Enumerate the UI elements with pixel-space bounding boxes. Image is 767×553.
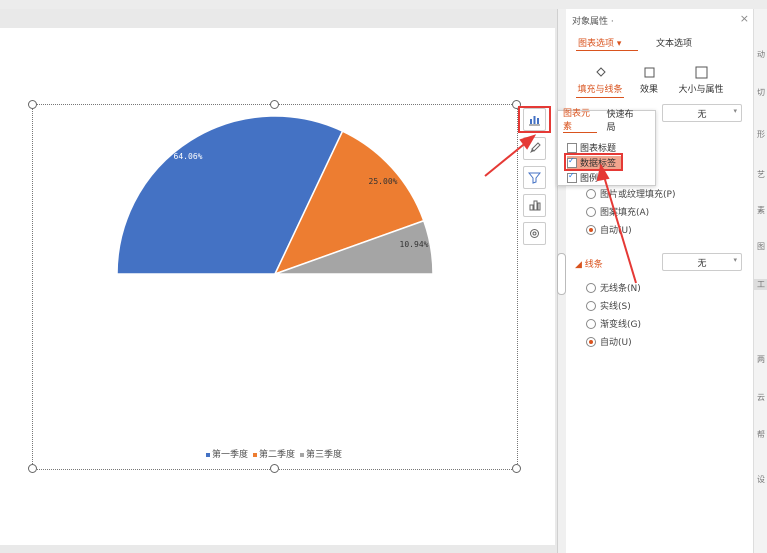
tab-fill-line[interactable]: 填充与线条 <box>576 66 624 98</box>
right-sidebar-rail: 动 切 形 艺 素 图 工 两 云 帮 设 <box>753 9 767 553</box>
radio-button[interactable] <box>586 300 596 311</box>
rail-item[interactable]: 切 <box>754 87 767 98</box>
tab-chart-elements[interactable]: 图表元素 <box>563 106 597 133</box>
line-dropdown[interactable]: 无 ▾ <box>662 253 742 271</box>
line-section-header[interactable]: ◢ 线条 <box>575 257 603 270</box>
checkbox[interactable] <box>567 142 577 153</box>
radio-button[interactable] <box>586 206 596 217</box>
rail-item[interactable]: 素 <box>754 205 767 216</box>
panel-title[interactable]: 对象属性 · <box>572 14 614 27</box>
rail-item[interactable]: 工 <box>754 279 767 290</box>
radio-button[interactable] <box>586 336 596 347</box>
close-icon[interactable]: × <box>740 12 749 25</box>
rail-item[interactable]: 形 <box>754 129 767 140</box>
radio-button[interactable] <box>586 318 596 329</box>
brush-icon <box>530 142 541 153</box>
checkbox-legend[interactable]: 图例 <box>567 171 598 184</box>
tab-quick-layout[interactable]: 快速布局 <box>607 107 641 133</box>
scrollbar-thumb[interactable] <box>557 253 566 295</box>
tab-text-options[interactable]: 文本选项 <box>656 36 692 49</box>
rail-item[interactable]: 云 <box>754 392 767 403</box>
radio-fill-auto[interactable]: 自动(U) <box>586 223 632 236</box>
resize-handle-br[interactable] <box>512 464 521 473</box>
radio-solid-line[interactable]: 实线(S) <box>586 299 631 312</box>
legend-item: 第一季度 <box>206 447 248 460</box>
chart-selection-frame[interactable] <box>32 104 518 470</box>
chart-settings-button[interactable] <box>523 222 546 245</box>
rail-item[interactable]: 帮 <box>754 429 767 440</box>
chart-elements-popup: 图表元素 快速布局 图表标题 数据标签 图例 <box>557 107 656 186</box>
filter-icon <box>528 172 541 184</box>
chevron-down-icon: ▾ <box>733 256 737 264</box>
effect-icon <box>644 67 654 78</box>
radio-button[interactable] <box>586 224 596 235</box>
radio-no-line[interactable]: 无线条(N) <box>586 281 641 294</box>
fill-dropdown[interactable]: 无 ▾ <box>662 104 742 122</box>
chart-filter-button[interactable] <box>523 166 546 189</box>
subtab-underline <box>576 97 624 98</box>
chevron-down-icon: ▾ <box>733 107 737 115</box>
rail-item[interactable]: 两 <box>754 354 767 365</box>
annotation-highlight <box>518 106 551 133</box>
tab-underline <box>576 50 638 51</box>
legend-item: 第二季度 <box>253 447 295 460</box>
tab-effect[interactable]: 效果 <box>638 66 660 95</box>
resize-handle-tm[interactable] <box>270 100 279 109</box>
size-icon <box>695 66 707 79</box>
resize-handle-bl[interactable] <box>28 464 37 473</box>
rail-item[interactable]: 艺 <box>754 169 767 180</box>
annotation-highlight <box>564 153 623 171</box>
chart-layout-button[interactable] <box>523 194 546 217</box>
rail-item[interactable]: 设 <box>754 474 767 485</box>
radio-picture-fill[interactable]: 图片或纹理填充(P) <box>586 187 675 200</box>
fill-bucket-icon <box>595 67 606 77</box>
gear-icon <box>530 229 539 238</box>
radio-gradient-line[interactable]: 渐变线(G) <box>586 317 641 330</box>
radio-button[interactable] <box>586 188 596 199</box>
radio-pattern-fill[interactable]: 图案填充(A) <box>586 205 649 218</box>
tab-size-properties[interactable]: 大小与属性 <box>676 66 726 95</box>
resize-handle-tl[interactable] <box>28 100 37 109</box>
chart-legend[interactable]: 第一季度 第二季度 第三季度 <box>206 447 342 460</box>
object-properties-panel: 对象属性 · × 图表选项 ▾ 文本选项 填充与线条 效果 大小与属性 无 ▾ 图… <box>566 9 753 553</box>
rail-item[interactable]: 动 <box>754 49 767 60</box>
radio-button[interactable] <box>586 282 596 293</box>
resize-handle-bm[interactable] <box>270 464 279 473</box>
rail-item[interactable]: 图 <box>754 241 767 252</box>
checkbox[interactable] <box>567 171 577 183</box>
layout-icon <box>529 200 541 211</box>
radio-line-auto[interactable]: 自动(U) <box>586 335 632 348</box>
tab-chart-options[interactable]: 图表选项 ▾ <box>578 36 621 49</box>
legend-item: 第三季度 <box>300 447 342 460</box>
chart-style-button[interactable] <box>523 137 546 160</box>
